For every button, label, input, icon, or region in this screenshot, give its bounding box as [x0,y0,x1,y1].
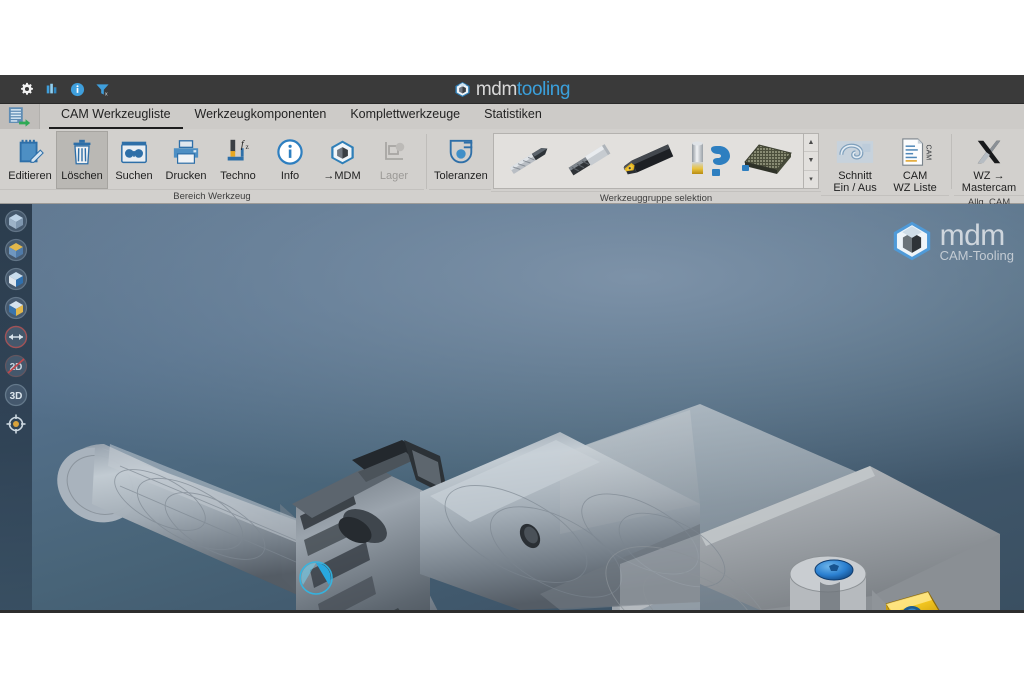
gallery-scroll-up[interactable]: ▲ [803,134,818,153]
cube-icon [329,136,356,168]
info-circle-icon [276,136,304,168]
mastercam-button-label-line2: Mastercam [961,182,1017,194]
to-mdm-button-label: →MDM [323,170,361,182]
app-menu-button[interactable] [0,104,40,129]
printer-icon [171,136,201,168]
tolerances-button[interactable]: Toleranzen [433,131,489,189]
endmill-tool-thumb[interactable] [559,136,618,186]
filter-clear-icon[interactable]: x [94,81,110,97]
view-front-icon[interactable] [3,266,29,292]
wz-to-mastercam-button[interactable]: WZ → Mastercam [958,131,1020,195]
ribbon-tabs: CAM Werkzeugliste Werkzeugkomponenten Ko… [40,104,554,129]
svg-text:3D: 3D [10,391,23,402]
tab-werkzeugkomponenten[interactable]: Werkzeugkomponenten [183,102,339,129]
to-mdm-button[interactable]: →MDM [316,131,368,189]
section-toggle-button[interactable]: Schnitt Ein / Aus [825,131,885,195]
info-button-label: Info [280,170,300,182]
cam-list-icon: CAM [898,136,932,168]
tab-statistiken[interactable]: Statistiken [472,102,554,129]
lager-button-label: Lager [379,170,409,182]
cam-list-button-label-line2: WZ Liste [893,182,937,194]
tolerance-icon [446,136,476,168]
insert-cartridge [789,555,867,610]
ribbon-group-werkzeuggruppe-selektion: ▲ ▼ ▾ Werkzeuggruppe selektion [490,129,822,205]
trash-icon [68,136,96,168]
ribbon-group-schnitt-cam: Schnitt Ein / Aus CAM CAM WZ Liste [821,129,950,203]
cube-logo-icon [455,81,470,97]
list-export-icon [8,107,30,127]
ribbon-tab-row: CAM Werkzeugliste Werkzeugkomponenten Ko… [0,104,1024,129]
quick-access-toolbar: x [0,81,110,97]
techno-button[interactable]: f z Techno [212,131,264,189]
ribbon-group-label-bereich-werkzeug: Bereich Werkzeug [0,189,424,203]
ribbon-group-divider-1 [426,134,427,189]
view-side-icon[interactable] [3,295,29,321]
svg-text:CAM: CAM [924,145,931,161]
info-button[interactable]: Info [264,131,316,189]
delete-button[interactable]: Löschen [56,131,108,189]
target-center-icon[interactable] [3,411,29,437]
ribbon-group-label-schnitt-cam [821,195,950,203]
cam-wz-list-button[interactable]: CAM CAM WZ Liste [885,131,945,195]
brand-name-mdm: mdm [475,78,517,100]
grinding-plate-thumb[interactable] [739,136,798,186]
ribbon-group-label-toleranzen [428,189,491,203]
search-button[interactable]: Suchen [108,131,160,189]
warehouse-icon [380,136,408,168]
mastercam-x-icon [974,136,1004,168]
tab-cam-werkzeugliste[interactable]: CAM Werkzeugliste [49,102,183,129]
brand-name-tooling: tooling [516,78,571,100]
techno-fz-icon: f z [223,136,253,168]
tool-group-gallery [492,133,804,189]
binoculars-icon [119,136,149,168]
section-button-label-line1: Schnitt [838,170,872,182]
ribbon-body: Editieren Löschen Suchen Drucken f z Tec… [0,129,1024,208]
ribbon-group-toleranzen: Toleranzen [428,129,491,203]
info-icon[interactable] [69,81,85,97]
3d-viewport[interactable]: 2D 3D mdm CAM-Tooling [0,204,1024,610]
title-bar: x mdmtooling [0,75,1024,104]
edit-button[interactable]: Editieren [4,131,56,189]
tolerances-button-label: Toleranzen [433,170,488,182]
ribbon-group-label-werkzeuggruppe: Werkzeuggruppe selektion [490,191,822,205]
edit-button-label: Editieren [8,170,52,182]
application-window: x mdmtooling CAM Werkzeugliste Werkzeugk… [0,75,1024,613]
lager-button: Lager [368,131,420,189]
view-orientation-toolbar: 2D 3D [0,204,32,610]
ribbon-group-bereich-werkzeug: Editieren Löschen Suchen Drucken f z Tec… [0,129,424,203]
drill-tool-thumb[interactable] [499,136,558,186]
section-button-label-line2: Ein / Aus [833,182,877,194]
settings-icon[interactable] [19,81,35,97]
search-button-label: Suchen [115,170,153,182]
view-iso-icon[interactable] [3,208,29,234]
tab-komplettwerkzeuge[interactable]: Komplettwerkzeuge [338,102,472,129]
view-2d-off-icon[interactable]: 2D [3,353,29,379]
special-tool-thumb[interactable] [679,136,738,186]
cam-list-button-label-line1: CAM [902,170,928,182]
ribbon-group-allg-cam: WZ → Mastercam Allg. CAM [954,129,1024,208]
svg-text:z: z [246,142,250,151]
cad-model-hsk-holder [57,404,1000,610]
techno-button-label: Techno [220,170,256,182]
screenshot-canvas: x mdmtooling CAM Werkzeugliste Werkzeugk… [0,0,1024,683]
turning-holder-thumb[interactable] [619,136,678,186]
delete-button-label: Löschen [61,170,103,182]
ribbon: CAM Werkzeugliste Werkzeugkomponenten Ko… [0,104,1024,208]
svg-text:x: x [104,91,107,96]
print-button-label: Drucken [165,170,207,182]
section-cut-icon [835,136,875,168]
notepad-edit-icon [15,136,45,168]
mastercam-button-label-line1: WZ → [973,170,1005,182]
columns-icon[interactable] [44,81,60,97]
ribbon-group-divider-2 [951,134,952,189]
gallery-scroll-down[interactable]: ▼ [803,152,818,171]
view-top-icon[interactable] [3,237,29,263]
gallery-scroll-more[interactable]: ▾ [804,171,818,188]
view-3d-icon[interactable]: 3D [3,382,29,408]
print-button[interactable]: Drucken [160,131,212,189]
brand-logo: mdmtooling [0,75,1024,103]
zoom-fit-icon[interactable] [3,324,29,350]
svg-text:2D: 2D [10,362,23,373]
gallery-scrollbar[interactable]: ▲ ▼ ▾ [803,133,819,189]
